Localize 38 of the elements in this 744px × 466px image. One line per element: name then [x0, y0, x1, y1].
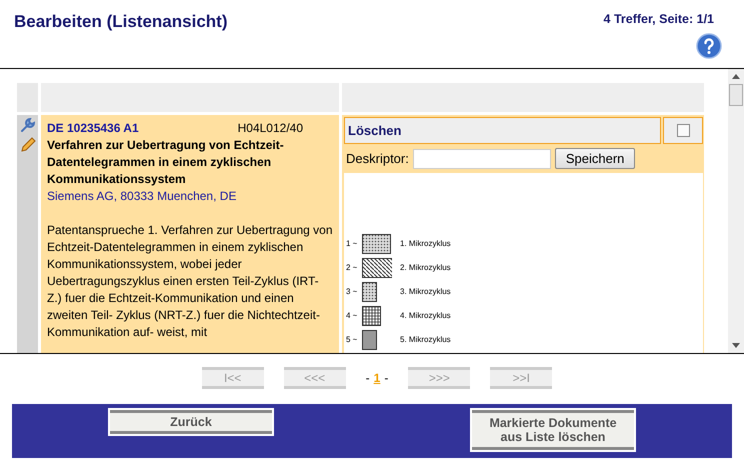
help-icon[interactable]: [696, 33, 722, 59]
applicant-link[interactable]: Siemens AG, 80333 Muenchen, DE: [47, 188, 333, 205]
classification-code: H04L012/40: [238, 120, 303, 137]
scroll-up-icon[interactable]: [732, 74, 740, 79]
save-button[interactable]: Speichern: [554, 148, 636, 169]
figure-reference-number: 4 ~: [346, 311, 358, 320]
delete-label: Löschen: [344, 117, 661, 144]
abstract-text: Patentansprueche 1. Verfahren zur Uebertragung von Echtzeit-Datentelegrammen in einem zyklischen Kommunikationssystem, wobei jeder Uebertragungszyklus einen ersten Teil-Zyklus (IRT-Z.) fuer die Echtzeit-Kommunikation und einen zweiten Teil- Zyklus (NRT-Z.) fuer die Nichtechtzeit-Kommunikation auf- weist, mit: [47, 222, 333, 341]
figure-reference-number: 3 ~: [346, 287, 358, 296]
scrollbar-thumb[interactable]: [729, 84, 743, 106]
pencil-icon[interactable]: [20, 137, 36, 153]
page-title: Bearbeiten (Listenansicht): [14, 12, 228, 33]
descriptor-input[interactable]: [412, 148, 551, 168]
figure-label: 3. Mikrozyklus: [400, 287, 451, 296]
figure-label: 2. Mikrozyklus: [400, 263, 451, 272]
pattern-swatch: [362, 282, 377, 302]
figure-reference-number: 5 ~: [346, 335, 358, 344]
pattern-swatch: [362, 258, 392, 278]
figure-label: 4. Mikrozyklus: [400, 311, 451, 320]
wrench-icon[interactable]: [20, 117, 36, 133]
pattern-swatch: [362, 234, 391, 254]
page-separator: -: [384, 371, 388, 385]
descriptor-label: Deskriptor:: [346, 151, 409, 166]
remove-marked-button[interactable]: Markierte Dokumente aus Liste löschen: [470, 408, 636, 452]
pattern-swatch: [362, 306, 381, 326]
patent-number-link[interactable]: DE 10235436 A1: [47, 120, 139, 137]
page-separator: -: [366, 371, 370, 385]
delete-checkbox[interactable]: [676, 124, 690, 137]
patent-title: Verfahren zur Uebertragung von Echtzeit-Datentelegrammen in einem zyklischen Kommunikationssystem: [47, 137, 285, 188]
back-button[interactable]: Zurück: [108, 408, 274, 436]
hits-count: 4 Treffer, Seite: 1/1: [604, 12, 714, 26]
scroll-down-icon[interactable]: [732, 343, 740, 348]
scrollbar[interactable]: [728, 69, 744, 353]
figure-reference-number: 1 ~: [346, 239, 358, 248]
figure-reference-number: 2 ~: [346, 263, 358, 272]
pattern-swatch: [362, 330, 377, 350]
figure-label: 5. Mikrozyklus: [400, 335, 451, 344]
figure-label: 1. Mikrozyklus: [400, 239, 451, 248]
